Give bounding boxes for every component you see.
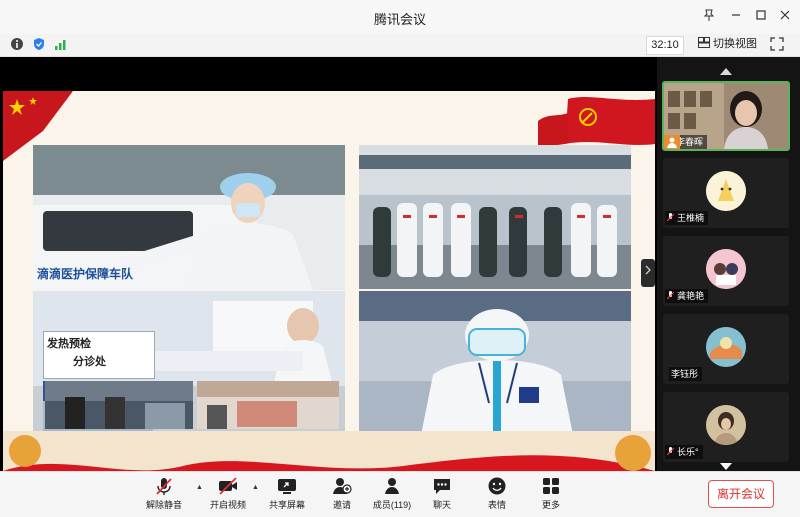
mic-muted-icon bbox=[667, 291, 674, 300]
participant-tile[interactable]: 李钰彤 bbox=[663, 314, 789, 384]
camera-off-icon bbox=[219, 477, 237, 495]
window-title: 腾讯会议 bbox=[373, 12, 426, 27]
more-apps-icon bbox=[543, 478, 559, 494]
participant-name: 龚艳艳 bbox=[677, 291, 705, 301]
share-screen-button[interactable]: 共享屏幕 bbox=[259, 476, 315, 516]
share-screen-label: 共享屏幕 bbox=[268, 500, 305, 510]
unmute-label: 解除静音 bbox=[145, 500, 182, 510]
close-button[interactable] bbox=[776, 8, 794, 26]
scroll-up-icon[interactable] bbox=[718, 63, 734, 81]
title-bar: 腾讯会议 bbox=[0, 0, 800, 34]
shared-slide: 滴滴医护保障车队 发热预检 分诊处 bbox=[3, 91, 655, 511]
members-icon bbox=[385, 478, 399, 494]
invite-label: 邀请 bbox=[332, 500, 351, 510]
mic-muted-icon bbox=[667, 447, 674, 456]
meeting-timer: 32:10 bbox=[646, 36, 684, 55]
video-options-caret[interactable]: ▲ bbox=[252, 484, 259, 491]
start-video-button[interactable]: 开启视频 bbox=[200, 476, 256, 516]
person-icon bbox=[667, 137, 677, 148]
signal-icon[interactable] bbox=[54, 37, 68, 51]
photo-inset-left bbox=[45, 381, 193, 429]
collapse-sidebar-button[interactable] bbox=[641, 259, 655, 287]
chat-button[interactable]: 聊天 bbox=[414, 476, 470, 516]
triage-sign-line2: 分诊处 bbox=[73, 356, 106, 368]
participant-tile[interactable]: 王椎楠 bbox=[663, 158, 789, 228]
photo-medic-team bbox=[359, 145, 631, 289]
participant-name-tag: 龚艳艳 bbox=[665, 289, 709, 303]
smiley-icon bbox=[488, 477, 506, 495]
members-label: 成员(119) bbox=[372, 500, 412, 510]
unmute-button[interactable]: 解除静音 bbox=[136, 476, 192, 516]
switch-view-label: 切换视图 bbox=[713, 38, 757, 50]
car-text: 滴滴医护保障车队 bbox=[37, 267, 134, 281]
more-label: 更多 bbox=[541, 500, 560, 510]
participant-name: 王椎楠 bbox=[677, 213, 705, 223]
participant-name-tag: 王椎楠 bbox=[665, 211, 709, 225]
grid-view-icon bbox=[698, 37, 710, 48]
share-screen-icon bbox=[278, 479, 296, 494]
pin-icon[interactable] bbox=[700, 8, 718, 26]
more-button[interactable]: 更多 bbox=[523, 476, 579, 516]
photo-inset-right bbox=[197, 381, 339, 429]
participant-tile[interactable]: 长乐° bbox=[663, 392, 789, 462]
info-icon[interactable] bbox=[10, 37, 24, 51]
host-badge bbox=[664, 135, 680, 149]
shield-icon[interactable] bbox=[32, 37, 46, 51]
chat-label: 聊天 bbox=[432, 500, 451, 510]
flag-decoration-right bbox=[538, 97, 655, 149]
members-button[interactable]: 成员(119) bbox=[364, 476, 420, 516]
participant-name: 李春晖 bbox=[676, 137, 704, 147]
reactions-label: 表情 bbox=[487, 500, 506, 510]
participant-name: 长乐° bbox=[677, 447, 699, 457]
triage-sign-line1: 发热预检 bbox=[47, 338, 91, 350]
mic-muted-icon bbox=[667, 213, 674, 222]
participant-name: 李钰彤 bbox=[671, 369, 699, 379]
reactions-button[interactable]: 表情 bbox=[469, 476, 525, 516]
participant-tile[interactable]: 龚艳艳 bbox=[663, 236, 789, 306]
invite-button[interactable]: 邀请 bbox=[314, 476, 370, 516]
participant-name-tag: 长乐° bbox=[665, 445, 703, 459]
add-user-icon bbox=[333, 478, 352, 494]
switch-view-button[interactable]: 切换视图 bbox=[698, 36, 757, 53]
participant-tile[interactable]: 李春晖 bbox=[662, 81, 790, 151]
photo-ppe-worker bbox=[359, 291, 631, 435]
avatar bbox=[706, 405, 746, 445]
meeting-toolbar: 解除静音 ▲ 开启视频 ▲ 共享屏幕 邀请 成员(119) 聊天 表情 更多 离… bbox=[0, 471, 800, 517]
photo-nurse-car: 滴滴医护保障车队 bbox=[33, 145, 345, 290]
avatar bbox=[706, 249, 746, 289]
chevron-right-icon bbox=[645, 265, 651, 275]
avatar bbox=[706, 171, 746, 211]
chat-icon bbox=[434, 479, 450, 494]
start-video-label: 开启视频 bbox=[209, 500, 246, 510]
minimize-button[interactable] bbox=[727, 8, 745, 26]
shared-screen: 滴滴医护保障车队 发热预检 分诊处 bbox=[0, 57, 657, 511]
participant-sidebar: 李春晖 王椎楠 龚艳艳 李钰彤 长乐° bbox=[657, 57, 800, 471]
maximize-button[interactable] bbox=[752, 8, 770, 26]
mic-muted-icon bbox=[156, 478, 172, 495]
fullscreen-icon[interactable] bbox=[770, 37, 784, 51]
participant-name-tag: 李钰彤 bbox=[669, 367, 703, 381]
status-bar: 32:10 切换视图 bbox=[0, 34, 800, 57]
avatar bbox=[706, 327, 746, 367]
leave-meeting-button[interactable]: 离开会议 bbox=[708, 480, 774, 508]
